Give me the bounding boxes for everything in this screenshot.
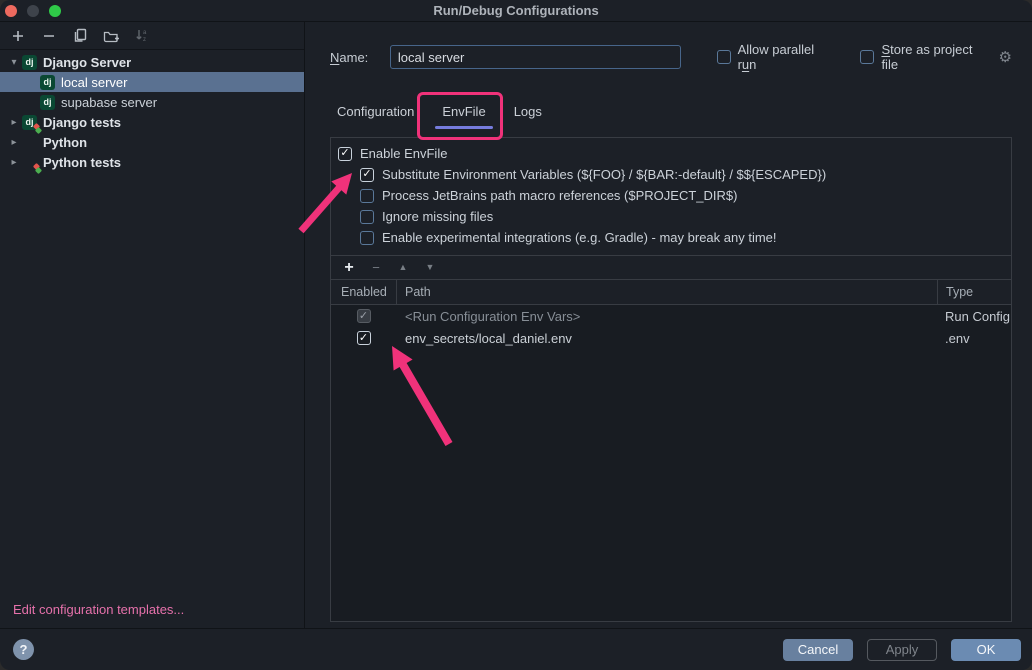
envfile-table-header: Enabled Path Type [331,280,1011,305]
substitute-env-vars-checkbox[interactable] [360,168,374,182]
allow-parallel-run-label: Allow parallel run [738,42,837,72]
name-row: Name: Allow parallel run Store as projec… [330,45,1012,69]
remove-env-file-icon[interactable]: − [369,261,383,274]
copy-configuration-icon[interactable] [70,26,90,46]
process-path-macros-checkbox[interactable] [360,189,374,203]
move-up-icon[interactable]: ▲ [396,263,410,272]
name-label: Name: [330,50,390,65]
help-icon[interactable]: ? [13,639,34,660]
cancel-button[interactable]: Cancel [783,639,853,661]
minimize-window-button[interactable] [27,5,39,17]
store-as-project-file-option: Store as project file [860,42,992,72]
store-as-project-file-label: Store as project file [881,42,992,72]
column-header-type[interactable]: Type [937,280,1011,304]
python-icon [22,135,37,150]
option-substitute-env-vars[interactable]: Substitute Environment Variables (${FOO}… [331,164,1011,185]
move-down-icon[interactable]: ▼ [423,263,437,272]
option-experimental-integrations[interactable]: Enable experimental integrations (e.g. G… [331,227,1011,248]
edit-configuration-templates-link[interactable]: Edit configuration templates... [13,602,184,617]
experimental-integrations-checkbox[interactable] [360,231,374,245]
tab-envfile[interactable]: EnvFile [440,104,487,119]
tab-configuration[interactable]: Configuration [335,104,416,119]
configurations-tree: ▾ dj Django Server dj local server dj su… [0,52,304,172]
svg-text:z: z [143,37,146,43]
chevron-right-icon[interactable]: ▸ [6,137,22,148]
name-input[interactable] [390,45,681,69]
python-tests-icon [22,155,37,170]
configurations-sidebar: az ▾ dj Django Server dj local server dj… [0,22,305,628]
close-window-button[interactable] [5,5,17,17]
traffic-lights [5,5,61,17]
allow-parallel-run-checkbox[interactable] [717,50,731,64]
store-as-project-file-checkbox[interactable] [860,50,874,64]
tab-logs[interactable]: Logs [512,104,544,119]
envfile-panel: Enable EnvFile Substitute Environment Va… [330,137,1012,622]
envfile-options: Enable EnvFile Substitute Environment Va… [331,138,1011,255]
titlebar: Run/Debug Configurations [0,0,1032,22]
sidebar-toolbar: az [0,22,304,50]
add-configuration-icon[interactable] [8,26,28,46]
gear-icon[interactable]: ⚙ [999,50,1012,65]
column-header-path[interactable]: Path [396,280,937,304]
run-debug-configurations-dialog: Run/Debug Configurations az [0,0,1032,670]
chevron-down-icon[interactable]: ▾ [6,57,22,68]
chevron-right-icon[interactable]: ▸ [6,117,22,128]
tree-item-python[interactable]: ▸ Python [0,132,304,152]
add-env-file-icon[interactable]: + [342,260,356,276]
django-tests-icon: dj [22,115,37,130]
django-icon: dj [40,75,55,90]
tree-item-supabase-server[interactable]: dj supabase server [0,92,304,112]
chevron-right-icon[interactable]: ▸ [6,157,22,168]
tree-item-django-tests[interactable]: ▸ dj Django tests [0,112,304,132]
option-ignore-missing-files[interactable]: Ignore missing files [331,206,1011,227]
table-row-env-secrets-file[interactable]: env_secrets/local_daniel.env .env [331,327,1011,349]
ok-button[interactable]: OK [951,639,1021,661]
configuration-editor: Name: Allow parallel run Store as projec… [305,22,1032,628]
envfile-table-toolbar: + − ▲ ▼ [331,256,1011,280]
table-row-run-configuration-env-vars[interactable]: <Run Configuration Env Vars> Run Config [331,305,1011,327]
ignore-missing-files-checkbox[interactable] [360,210,374,224]
allow-parallel-run-option: Allow parallel run [717,42,837,72]
option-process-path-macros[interactable]: Process JetBrains path macro references … [331,185,1011,206]
envfile-table: + − ▲ ▼ Enabled Path Type <Run Configura… [331,255,1011,621]
footer-buttons: Cancel Apply OK [783,639,1021,661]
tree-item-python-tests[interactable]: ▸ Python tests [0,152,304,172]
django-icon: dj [40,95,55,110]
enable-envfile-checkbox[interactable] [338,147,352,161]
remove-configuration-icon[interactable] [39,26,59,46]
sort-configurations-icon[interactable]: az [132,26,152,46]
zoom-window-button[interactable] [49,5,61,17]
configuration-tabs: Configuration EnvFile Logs [335,99,1012,123]
row-enabled-checkbox [357,309,371,323]
apply-button[interactable]: Apply [867,639,937,661]
tree-item-local-server[interactable]: dj local server [0,72,304,92]
dialog-footer: ? Cancel Apply OK [0,628,1032,670]
option-enable-envfile[interactable]: Enable EnvFile [331,143,1011,164]
column-header-enabled[interactable]: Enabled [331,280,396,304]
dialog-title: Run/Debug Configurations [433,3,598,18]
new-folder-icon[interactable] [101,26,121,46]
svg-text:a: a [143,30,147,36]
row-enabled-checkbox[interactable] [357,331,371,345]
django-icon: dj [22,55,37,70]
tree-item-django-server[interactable]: ▾ dj Django Server [0,52,304,72]
